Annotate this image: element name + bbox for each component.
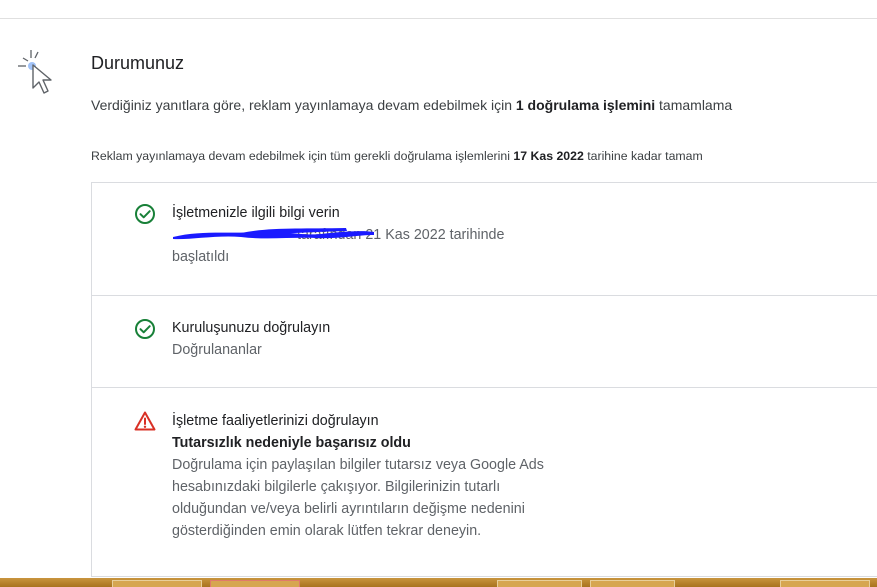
item-content: Kuruluşunuzu doğrulayın Doğrulananlar: [172, 317, 652, 361]
top-divider: [0, 18, 877, 19]
taskbar-button[interactable]: [112, 580, 202, 587]
item-title: İşletmenizle ilgili bilgi verin: [172, 205, 340, 221]
item-title: İşletme faaliyetlerinizi doğrulayın: [172, 413, 379, 429]
failure-desc-line: olduğundan ve/veya belirli ayrıntıların …: [172, 501, 525, 517]
status-intro: Verdiğiniz yanıtlara göre, reklam yayınl…: [91, 97, 733, 113]
warning-triangle-icon: [134, 411, 156, 431]
deadline-notice: Reklam yayınlamaya devam edebilmek için …: [91, 149, 703, 163]
redaction-scribble: [173, 228, 374, 240]
verification-item-organization: Kuruluşunuzu doğrulayın Doğrulananlar: [92, 296, 877, 388]
required-count: 1 doğrulama işlemini: [515, 97, 656, 113]
verification-item-business-info: İşletmenizle ilgili bilgi verin tarafınd…: [92, 183, 877, 296]
failure-desc-line: Doğrulama için paylaşılan bilgiler tutar…: [172, 457, 544, 473]
cursor-sparkle-icon: [18, 50, 52, 94]
failure-desc-line: gösterdiğinden emin olarak lütfen tekrar…: [172, 523, 482, 539]
check-circle-icon: [135, 204, 155, 224]
taskbar-button[interactable]: [780, 580, 870, 587]
check-circle-icon: [135, 319, 155, 339]
deadline-date: 17 Kas 2022: [513, 149, 584, 163]
item-detail-2: başlatıldı: [172, 249, 230, 265]
item-detail: Doğrulananlar: [172, 342, 262, 358]
taskbar-button[interactable]: [590, 580, 675, 587]
verification-list: İşletmenizle ilgili bilgi verin tarafınd…: [91, 182, 877, 577]
item-content: İşletme faaliyetlerinizi doğrulayın Tuta…: [172, 410, 652, 542]
page-title: Durumunuz: [91, 53, 185, 73]
taskbar-button[interactable]: [497, 580, 582, 587]
failure-desc-line: hesabınızdaki bilgilerle çakışıyor. Bilg…: [172, 479, 501, 495]
taskbar-button[interactable]: [210, 580, 300, 587]
verification-item-business-operations: İşletme faaliyetlerinizi doğrulayın Tuta…: [92, 388, 877, 578]
failure-reason: Tutarsızlık nedeniyle başarısız oldu: [172, 435, 411, 451]
item-title: Kuruluşunuzu doğrulayın: [172, 320, 331, 336]
